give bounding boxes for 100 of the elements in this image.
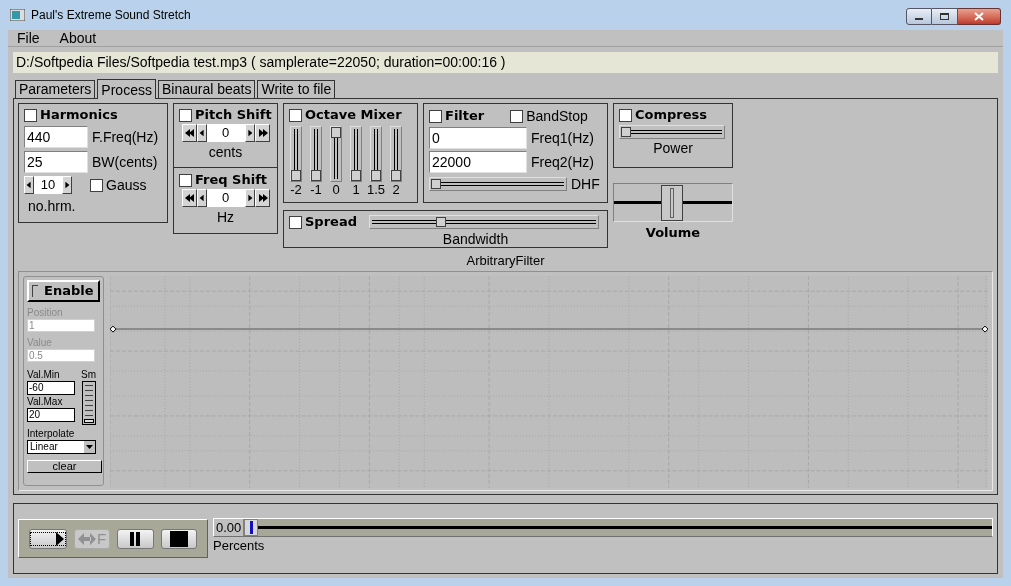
decrement-button[interactable]	[196, 124, 207, 142]
play-icon	[30, 531, 66, 546]
slider-label: 1	[352, 182, 360, 197]
left-arrow-icon	[25, 180, 33, 190]
pause-button[interactable]	[117, 528, 154, 549]
checkbox[interactable]	[619, 108, 632, 122]
input-field[interactable]: 440	[24, 126, 88, 148]
spin-field[interactable]: 10	[34, 176, 62, 194]
decrement-button[interactable]	[24, 176, 34, 194]
field-label: Val.Min	[27, 368, 61, 381]
checkbox[interactable]	[179, 108, 192, 122]
field-label: Freq1(Hz)	[531, 129, 594, 147]
close-button[interactable]	[958, 8, 1001, 25]
play-button[interactable]	[29, 528, 67, 549]
volume-label: Volume	[645, 224, 701, 242]
checkbox[interactable]	[429, 109, 442, 123]
minimize-button[interactable]	[906, 8, 932, 25]
slider-thumb[interactable]	[431, 179, 441, 189]
group-title: Pitch Shift	[195, 107, 272, 123]
dhf-slider[interactable]	[429, 177, 567, 191]
power-slider[interactable]	[619, 125, 725, 139]
field-label: Gauss	[106, 176, 147, 194]
left-arrow-icon	[197, 193, 206, 203]
input-field[interactable]: -60	[27, 381, 75, 395]
input-field[interactable]: 22000	[429, 151, 527, 173]
field-label: F.Freq(Hz)	[92, 128, 159, 146]
input-field[interactable]: 25	[24, 151, 88, 173]
maximize-button[interactable]	[932, 8, 958, 25]
input-field[interactable]: 0	[429, 127, 527, 149]
slider-thumb[interactable]	[244, 519, 259, 536]
checkbox[interactable]	[289, 108, 302, 122]
pause-icon	[130, 531, 141, 546]
vertical-slider[interactable]	[290, 126, 302, 182]
vertical-slider[interactable]	[330, 126, 342, 182]
field-label: Hz	[216, 208, 235, 226]
tab[interactable]: Write to file	[257, 80, 336, 98]
field-label: Bandwidth	[442, 230, 509, 248]
tab[interactable]: Parameters	[15, 80, 96, 98]
menu-item[interactable]: About	[59, 29, 97, 47]
close-icon	[974, 12, 984, 21]
interpolate-dropdown[interactable]: Linear	[27, 440, 96, 454]
slider-thumb[interactable]	[435, 217, 446, 227]
vertical-slider[interactable]	[310, 126, 322, 182]
increment-button[interactable]	[62, 176, 72, 194]
window-title: Paul's Extreme Sound Stretch	[31, 7, 191, 24]
fast-decrement-button[interactable]	[181, 189, 197, 207]
vertical-slider[interactable]	[390, 126, 402, 182]
file-info: D:/Softpedia Files/Softpedia test.mp3 ( samplerate=22050; duration=00:00:16 )	[16, 53, 506, 72]
tab[interactable]: Process	[97, 79, 156, 99]
slider-label: 0	[332, 182, 340, 197]
stop-button[interactable]	[160, 528, 197, 549]
input-field[interactable]: 20	[27, 408, 75, 422]
spin-field[interactable]: 0	[206, 189, 245, 207]
clear-button[interactable]: clear	[27, 460, 102, 473]
slider-label: -2	[290, 182, 302, 197]
field-label: BW(cents)	[92, 153, 158, 171]
right-arrow-icon	[245, 193, 254, 203]
field-label: cents	[208, 143, 243, 161]
checkbox[interactable]	[24, 108, 37, 122]
group-title: Filter	[445, 108, 485, 124]
checkbox-icon[interactable]	[32, 285, 38, 297]
position-slider[interactable]	[244, 519, 992, 536]
right-arrow-icon	[245, 128, 254, 138]
slider-thumb[interactable]	[351, 170, 361, 181]
checkbox[interactable]	[179, 173, 192, 187]
slider-label: -1	[310, 182, 322, 197]
field-label: Val.Max	[27, 395, 64, 408]
spin-field[interactable]: 0	[206, 124, 245, 142]
decrement-button[interactable]	[196, 189, 207, 207]
enable-toggle[interactable]: Enable	[27, 280, 100, 302]
fast-decrement-button[interactable]	[181, 124, 197, 142]
app-icon	[10, 9, 25, 21]
increment-button[interactable]	[244, 124, 255, 142]
slider-label: 1.5	[366, 182, 386, 197]
group-title: Octave Mixer	[305, 107, 402, 123]
slider-thumb[interactable]	[371, 170, 381, 181]
bandwidth-slider[interactable]	[369, 215, 599, 229]
diamond-arrows-icon	[78, 531, 97, 546]
slider-thumb[interactable]	[331, 127, 341, 138]
increment-button[interactable]	[244, 189, 255, 207]
stop-icon	[169, 530, 188, 547]
menu-item[interactable]: File	[17, 29, 40, 47]
checkbox[interactable]	[289, 215, 302, 229]
left-arrow-icon	[197, 128, 206, 138]
slider-label: 2	[392, 182, 400, 197]
group-title: Freq Shift	[195, 172, 268, 188]
checkbox[interactable]	[510, 109, 524, 123]
checkbox[interactable]	[90, 178, 103, 192]
vertical-slider[interactable]	[370, 126, 382, 182]
vertical-slider[interactable]	[350, 126, 362, 182]
volume-slider[interactable]	[613, 183, 733, 222]
slider-thumb[interactable]	[311, 170, 321, 181]
slider-thumb[interactable]	[391, 170, 401, 181]
slider-thumb[interactable]	[621, 127, 631, 137]
field-label: no.hrm.	[27, 197, 77, 215]
group-title: Spread	[305, 214, 357, 230]
filter-title: ArbitraryFilter	[466, 253, 545, 269]
tab[interactable]: Binaural beats	[157, 80, 256, 98]
slider-thumb[interactable]	[291, 170, 301, 181]
slider-thumb[interactable]	[661, 185, 683, 221]
